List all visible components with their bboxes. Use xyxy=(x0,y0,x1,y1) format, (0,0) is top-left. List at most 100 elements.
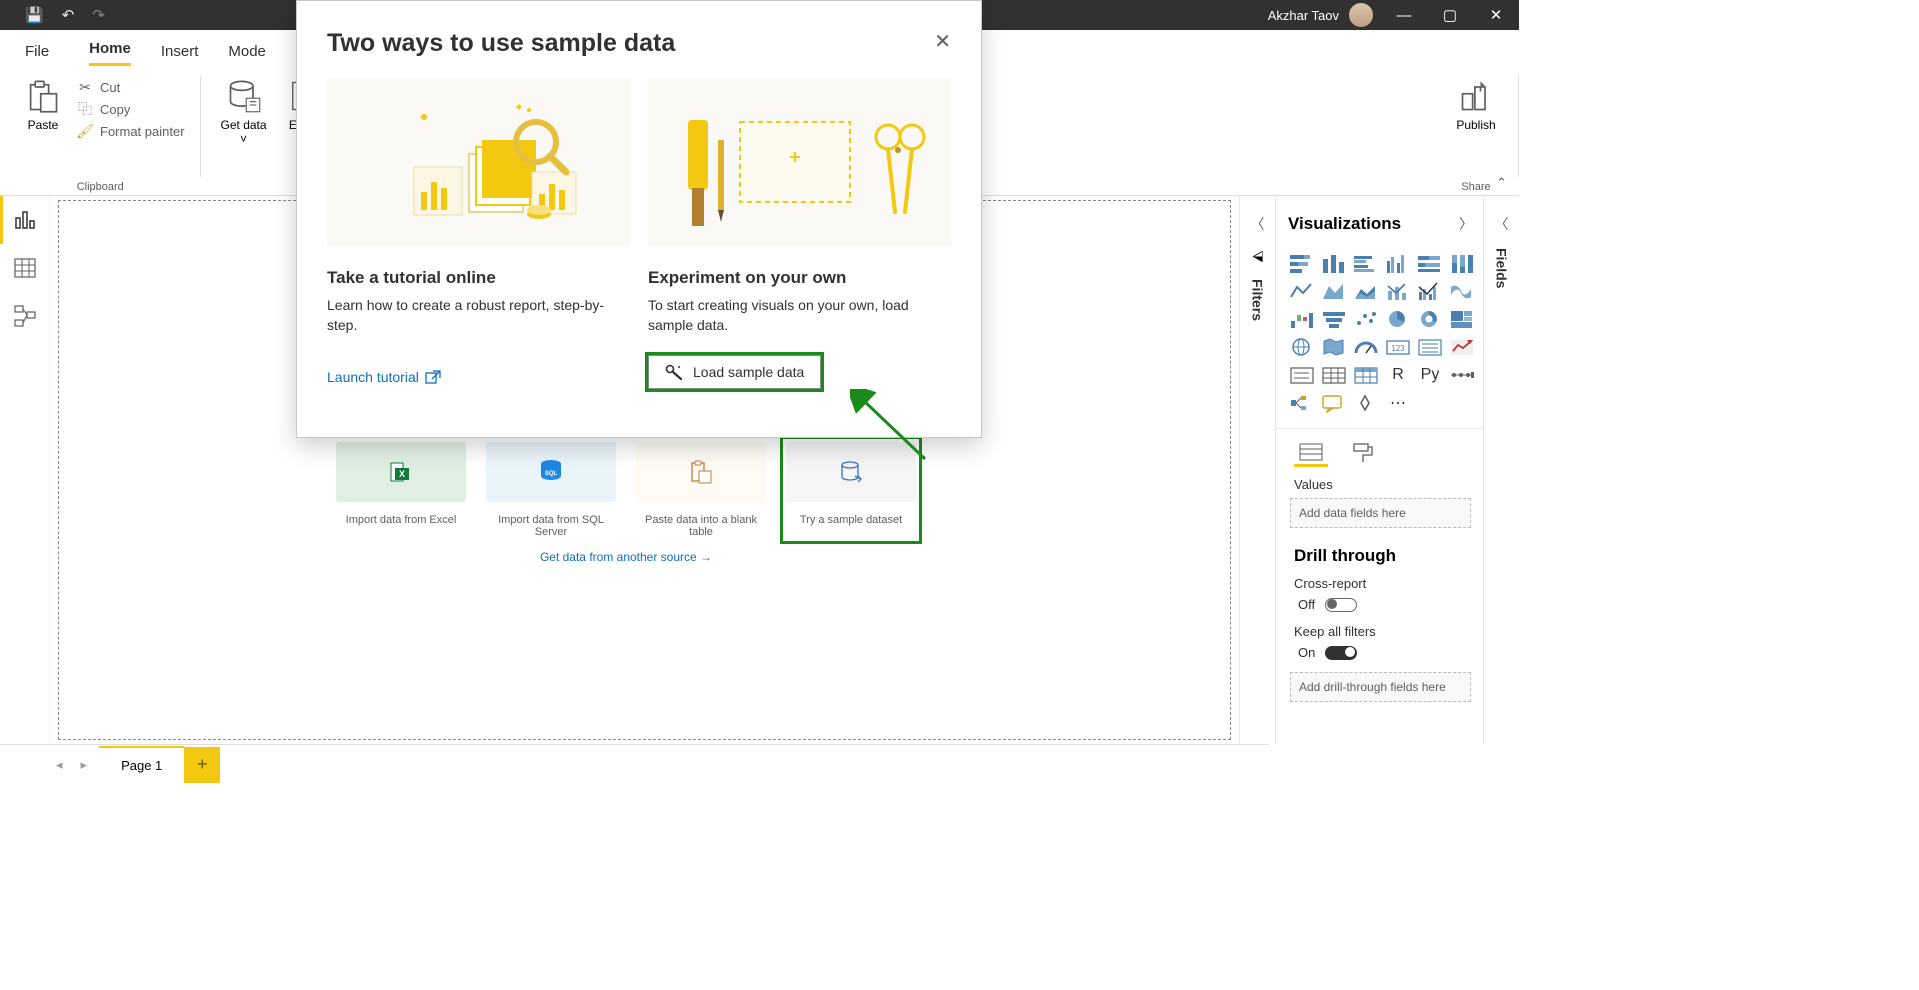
map-icon[interactable] xyxy=(1288,336,1316,358)
r-visual-icon[interactable]: R xyxy=(1384,364,1412,386)
get-data-another-source-link[interactable]: Get data from another source → xyxy=(336,550,916,564)
fields-tab[interactable] xyxy=(1294,439,1328,467)
hundred-stacked-column-icon[interactable] xyxy=(1448,252,1476,274)
data-view-button[interactable] xyxy=(0,244,49,292)
donut-chart-icon[interactable] xyxy=(1416,308,1444,330)
dialog-right-column: Experiment on your own To start creating… xyxy=(648,78,951,389)
chevron-right-icon[interactable]: 〉 xyxy=(1459,214,1473,234)
more-options-icon[interactable]: ⋯ xyxy=(1384,392,1412,414)
slicer-icon[interactable] xyxy=(1288,364,1316,386)
funnel-chart-icon[interactable] xyxy=(1320,308,1348,330)
external-link-icon xyxy=(425,370,441,384)
line-clustered-column-icon[interactable] xyxy=(1416,280,1444,302)
tab-insert[interactable]: Insert xyxy=(161,43,199,66)
line-chart-icon[interactable] xyxy=(1288,280,1316,302)
page-next-button[interactable]: ▸ xyxy=(75,757,94,773)
get-data-button[interactable]: Get data ˅ xyxy=(217,74,271,162)
sample-data-dialog: Two ways to use sample data ✕ T xyxy=(296,0,982,438)
drill-through-dropzone[interactable]: Add drill-through fields here xyxy=(1290,672,1471,702)
format-painter-button[interactable]: 🖌Format painter xyxy=(76,122,185,140)
key-influencers-icon[interactable] xyxy=(1448,364,1476,386)
ribbon-chart-icon[interactable] xyxy=(1448,280,1476,302)
multi-row-card-icon[interactable] xyxy=(1416,336,1444,358)
experiment-illustration xyxy=(648,78,951,246)
experiment-description: To start creating visuals on your own, l… xyxy=(648,296,951,335)
paint-roller-icon xyxy=(1352,442,1374,464)
tutorial-illustration xyxy=(327,78,630,246)
user-account[interactable]: Akzhar Taov xyxy=(1268,3,1381,27)
publish-button[interactable]: Publish xyxy=(1449,74,1503,162)
launch-tutorial-link[interactable]: Launch tutorial xyxy=(327,369,441,385)
report-view-button[interactable] xyxy=(0,196,49,244)
values-label: Values xyxy=(1294,477,1473,492)
paste-data-card[interactable]: Paste data into a blank table xyxy=(636,442,766,538)
import-excel-card[interactable]: X Import data from Excel xyxy=(336,442,466,538)
fields-pane-collapsed[interactable]: 〈 Fields xyxy=(1483,196,1519,744)
line-stacked-column-icon[interactable] xyxy=(1384,280,1412,302)
visualizations-gallery: 123 R Py ⋯ xyxy=(1288,252,1473,414)
table-visual-icon[interactable] xyxy=(1320,364,1348,386)
stacked-bar-chart-icon[interactable] xyxy=(1288,252,1316,274)
cut-button[interactable]: ✂Cut xyxy=(76,78,185,96)
stacked-area-chart-icon[interactable] xyxy=(1352,280,1380,302)
scatter-chart-icon[interactable] xyxy=(1352,308,1380,330)
chevron-left-icon[interactable]: 〈 xyxy=(1251,214,1265,234)
add-page-button[interactable]: + xyxy=(184,747,220,783)
stacked-column-chart-icon[interactable] xyxy=(1320,252,1348,274)
tab-home[interactable]: Home xyxy=(89,40,131,66)
drill-through-title: Drill through xyxy=(1294,546,1467,566)
close-button[interactable]: ✕ xyxy=(1473,0,1519,30)
svg-text:123: 123 xyxy=(1391,344,1405,353)
brush-icon: 🖌 xyxy=(76,122,94,140)
tab-modeling[interactable]: Mode xyxy=(228,43,266,66)
waterfall-chart-icon[interactable] xyxy=(1288,308,1316,330)
gauge-icon[interactable] xyxy=(1352,336,1380,358)
format-tab[interactable] xyxy=(1346,439,1380,467)
chevron-left-icon[interactable]: 〈 xyxy=(1495,214,1509,234)
tab-file[interactable]: File xyxy=(25,43,49,66)
collapse-ribbon-button[interactable]: ⌃ xyxy=(1496,175,1507,191)
fields-grid-icon xyxy=(1299,442,1323,462)
load-sample-data-button[interactable]: Load sample data xyxy=(648,355,821,389)
table-icon xyxy=(14,258,36,278)
model-view-button[interactable] xyxy=(0,292,49,340)
maximize-button[interactable]: ▢ xyxy=(1427,0,1473,30)
clustered-column-chart-icon[interactable] xyxy=(1384,252,1412,274)
try-sample-dataset-card[interactable]: Try a sample dataset xyxy=(786,442,916,538)
filters-pane-collapsed[interactable]: 〈 ⧩ Filters xyxy=(1239,196,1275,744)
visualizations-title: Visualizations xyxy=(1288,214,1401,234)
visualizations-pane: Visualizations 〉 xyxy=(1275,196,1483,744)
import-sql-card[interactable]: SQL Import data from SQL Server xyxy=(486,442,616,538)
hundred-stacked-bar-icon[interactable] xyxy=(1416,252,1444,274)
page-prev-button[interactable]: ◂ xyxy=(50,757,69,773)
minimize-button[interactable]: — xyxy=(1381,0,1427,30)
filters-label: Filters xyxy=(1250,279,1266,321)
cross-report-toggle[interactable]: Off xyxy=(1298,597,1463,612)
pie-chart-icon[interactable] xyxy=(1384,308,1412,330)
undo-icon[interactable]: ↶ xyxy=(62,6,75,24)
get-more-visuals-icon[interactable] xyxy=(1352,392,1380,414)
clipboard-icon xyxy=(636,442,766,502)
page-tab-1[interactable]: Page 1 xyxy=(99,746,184,783)
treemap-icon[interactable] xyxy=(1448,308,1476,330)
toggle-off-icon xyxy=(1325,598,1357,612)
sql-icon: SQL xyxy=(486,442,616,502)
wand-icon xyxy=(665,364,683,380)
save-icon[interactable]: 💾 xyxy=(25,6,44,24)
dialog-close-button[interactable]: ✕ xyxy=(934,29,951,54)
matrix-icon[interactable] xyxy=(1352,364,1380,386)
dataset-icon xyxy=(786,442,916,502)
python-visual-icon[interactable]: Py xyxy=(1416,364,1444,386)
card-icon[interactable]: 123 xyxy=(1384,336,1412,358)
kpi-icon[interactable] xyxy=(1448,336,1476,358)
clustered-bar-chart-icon[interactable] xyxy=(1352,252,1380,274)
qna-visual-icon[interactable] xyxy=(1320,392,1348,414)
filled-map-icon[interactable] xyxy=(1320,336,1348,358)
area-chart-icon[interactable] xyxy=(1320,280,1348,302)
redo-icon[interactable]: ↷ xyxy=(92,6,105,24)
copy-button[interactable]: ⿻Copy xyxy=(76,100,185,118)
paste-button[interactable]: Paste xyxy=(16,74,70,162)
values-dropzone[interactable]: Add data fields here xyxy=(1290,498,1471,528)
keep-filters-toggle[interactable]: On xyxy=(1298,645,1463,660)
decomposition-tree-icon[interactable] xyxy=(1288,392,1316,414)
